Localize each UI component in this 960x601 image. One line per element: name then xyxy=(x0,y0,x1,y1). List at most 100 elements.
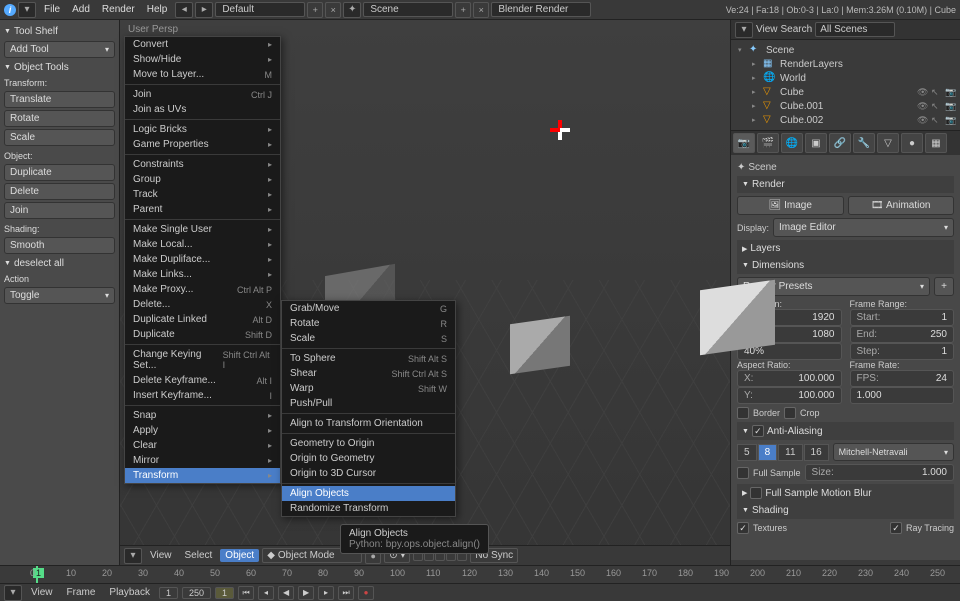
menu-item-mirror[interactable]: Mirror xyxy=(125,453,280,468)
textures-checkbox[interactable] xyxy=(737,522,749,534)
keyframe-prev-icon[interactable]: ◂ xyxy=(258,586,274,600)
menu-item-make-proxy-[interactable]: Make Proxy...Ctrl Alt P xyxy=(125,282,280,297)
jump-start-icon[interactable]: ⏮ xyxy=(238,586,254,600)
jump-end-icon[interactable]: ⏭ xyxy=(338,586,354,600)
render-restrict-icon[interactable]: 📷 xyxy=(945,87,957,98)
border-checkbox[interactable] xyxy=(737,407,749,419)
menu-item-track[interactable]: Track xyxy=(125,187,280,202)
render-engine-dropdown[interactable]: Blender Render xyxy=(491,2,591,17)
world-tab-icon[interactable]: 🌐 xyxy=(781,133,803,153)
toggle-dropdown[interactable]: Toggle xyxy=(4,287,115,304)
render-image-button[interactable]: 🖼 Image xyxy=(737,196,844,215)
current-frame[interactable]: 1 xyxy=(215,587,234,599)
texture-tab-icon[interactable]: ▦ xyxy=(925,133,947,153)
outliner-filter-dropdown[interactable]: All Scenes xyxy=(815,22,895,37)
end-frame-field[interactable]: End:250 xyxy=(850,326,955,343)
tool-shelf-header[interactable]: Tool Shelf xyxy=(4,24,115,39)
render-restrict-icon[interactable]: 📷 xyxy=(945,115,957,126)
menu-item-move-to-layer-[interactable]: Move to Layer...M xyxy=(125,67,280,82)
rotate-button[interactable]: Rotate xyxy=(4,110,115,127)
menu-item-geometry-to-origin[interactable]: Geometry to Origin xyxy=(282,436,455,451)
render-animation-button[interactable]: 🎞 Animation xyxy=(848,196,955,215)
tree-item-scene[interactable]: ▾✦Scene xyxy=(734,43,957,57)
eye-restrict-icon[interactable]: 👁 xyxy=(917,101,929,112)
scale-button[interactable]: Scale xyxy=(4,129,115,146)
delete-icon[interactable]: × xyxy=(325,2,341,18)
menu-item-make-local-[interactable]: Make Local... xyxy=(125,237,280,252)
tl-frame-menu[interactable]: Frame xyxy=(62,586,101,599)
crop-checkbox[interactable] xyxy=(784,407,796,419)
motion-blur-checkbox[interactable] xyxy=(750,487,762,499)
aa-size-field[interactable]: Size:1.000 xyxy=(805,464,954,481)
eye-restrict-icon[interactable]: 👁 xyxy=(917,87,929,98)
view-menu[interactable]: View xyxy=(145,549,177,562)
cube-object[interactable] xyxy=(700,280,775,356)
help-menu[interactable]: Help xyxy=(141,2,174,17)
tree-toggle-icon[interactable]: ▸ xyxy=(752,88,760,96)
layers-section-header[interactable]: Layers xyxy=(737,240,954,257)
menu-item-push-pull[interactable]: Push/Pull xyxy=(282,396,455,411)
menu-item-make-links-[interactable]: Make Links... xyxy=(125,267,280,282)
aa-filter-dropdown[interactable]: Mitchell-Netravali xyxy=(833,443,954,461)
menu-item-scale[interactable]: ScaleS xyxy=(282,331,455,346)
aa-sample-8[interactable]: 8 xyxy=(758,444,778,461)
end-frame[interactable]: 250 xyxy=(182,587,211,599)
menu-item-origin-to-d-cursor[interactable]: Origin to 3D Cursor xyxy=(282,466,455,481)
menu-item-make-dupliface-[interactable]: Make Dupliface... xyxy=(125,252,280,267)
outliner-editor-icon[interactable]: ▾ xyxy=(735,22,753,38)
menu-item-join[interactable]: JoinCtrl J xyxy=(125,87,280,102)
cursor-restrict-icon[interactable]: ↖ xyxy=(931,87,943,98)
object-tools-header[interactable]: Object Tools xyxy=(4,60,115,75)
outliner-view-menu[interactable]: View xyxy=(756,24,778,35)
tree-toggle-icon[interactable]: ▸ xyxy=(752,102,760,110)
menu-item-join-as-uvs[interactable]: Join as UVs xyxy=(125,102,280,117)
delete-button[interactable]: Delete xyxy=(4,183,115,200)
join-button[interactable]: Join xyxy=(4,202,115,219)
outliner-search-menu[interactable]: Search xyxy=(781,24,813,35)
menu-item-apply[interactable]: Apply xyxy=(125,423,280,438)
tree-item-cube[interactable]: ▸▽Cube👁↖📷 xyxy=(734,85,957,99)
eye-restrict-icon[interactable]: 👁 xyxy=(917,115,929,126)
render-restrict-icon[interactable]: 📷 xyxy=(945,101,957,112)
tree-item-cube-002[interactable]: ▸▽Cube.002👁↖📷 xyxy=(734,113,957,127)
tree-toggle-icon[interactable]: ▸ xyxy=(752,60,760,68)
menu-item-make-single-user[interactable]: Make Single User xyxy=(125,222,280,237)
menu-item-game-properties[interactable]: Game Properties xyxy=(125,137,280,152)
add-scene-icon[interactable]: + xyxy=(455,2,471,18)
material-tab-icon[interactable]: ● xyxy=(901,133,923,153)
timeline-ruler[interactable]: 0102030405060708090100110120130140150160… xyxy=(0,566,960,584)
add-menu[interactable]: Add xyxy=(66,2,96,17)
smooth-button[interactable]: Smooth xyxy=(4,237,115,254)
menu-item-insert-keyframe-[interactable]: Insert Keyframe...I xyxy=(125,388,280,403)
aa-sample-5[interactable]: 5 xyxy=(737,444,757,461)
back-icon[interactable]: ◂ xyxy=(175,2,193,18)
editor-type-icon[interactable]: ▾ xyxy=(124,548,142,564)
play-icon[interactable]: ▶ xyxy=(298,586,314,600)
screen-layout-field[interactable]: Default xyxy=(215,2,305,17)
menu-item-group[interactable]: Group xyxy=(125,172,280,187)
tree-toggle-icon[interactable]: ▸ xyxy=(752,116,760,124)
object-tab-icon[interactable]: ▣ xyxy=(805,133,827,153)
object-menu[interactable]: Object xyxy=(220,549,259,562)
add-preset-button[interactable]: + xyxy=(934,277,954,296)
menu-item-logic-bricks[interactable]: Logic Bricks xyxy=(125,122,280,137)
menu-item-warp[interactable]: WarpShift W xyxy=(282,381,455,396)
menu-item-snap[interactable]: Snap xyxy=(125,408,280,423)
raytracing-checkbox[interactable] xyxy=(890,522,902,534)
file-menu[interactable]: File xyxy=(38,2,66,17)
tree-item-cube-001[interactable]: ▸▽Cube.001👁↖📷 xyxy=(734,99,957,113)
select-menu[interactable]: Select xyxy=(180,549,218,562)
aa-sample-16[interactable]: 16 xyxy=(804,444,829,461)
menu-item-align-to-transform-orientation[interactable]: Align to Transform Orientation xyxy=(282,416,455,431)
current-frame-marker[interactable] xyxy=(36,566,38,583)
cursor-restrict-icon[interactable]: ↖ xyxy=(931,101,943,112)
deselect-header[interactable]: deselect all xyxy=(4,256,115,271)
menu-item-delete-[interactable]: Delete...X xyxy=(125,297,280,312)
modifiers-tab-icon[interactable]: 🔧 xyxy=(853,133,875,153)
full-sample-checkbox[interactable] xyxy=(737,467,749,479)
constraints-tab-icon[interactable]: 🔗 xyxy=(829,133,851,153)
display-dropdown[interactable]: Image Editor xyxy=(773,218,954,237)
dimensions-section-header[interactable]: Dimensions xyxy=(737,257,954,274)
delete-scene-icon[interactable]: × xyxy=(473,2,489,18)
tree-item-world[interactable]: ▸🌐World xyxy=(734,71,957,85)
